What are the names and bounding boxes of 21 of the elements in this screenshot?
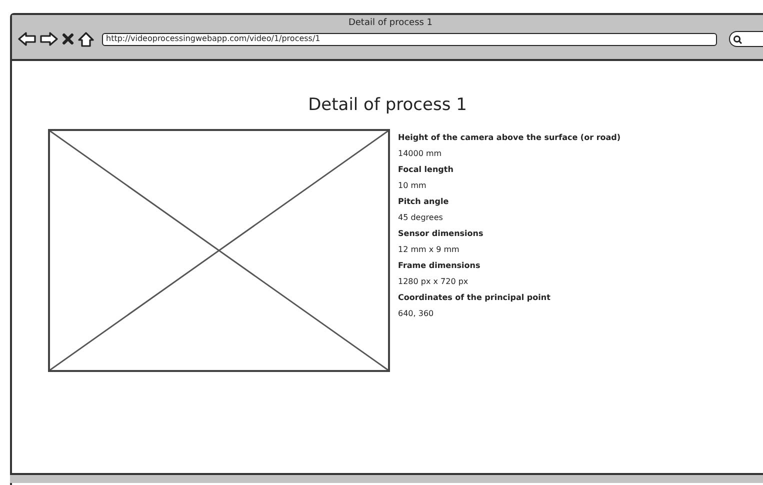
close-icon[interactable] bbox=[62, 33, 74, 45]
field-value: 1280 px x 720 px bbox=[398, 277, 470, 288]
field-value: 45 degrees bbox=[398, 213, 444, 224]
field-label: Pitch angle bbox=[398, 197, 450, 208]
window-title: Detail of process 1 bbox=[347, 17, 434, 29]
field-label: Focal length bbox=[398, 165, 454, 176]
field-label: Frame dimensions bbox=[398, 261, 482, 272]
search-field[interactable] bbox=[729, 31, 763, 47]
field-label: Coordinates of the principal point bbox=[398, 293, 552, 304]
field-value: 14000 mm bbox=[398, 149, 443, 160]
field-value: 10 mm bbox=[398, 181, 428, 192]
forward-icon[interactable] bbox=[40, 32, 58, 46]
home-icon[interactable] bbox=[78, 32, 94, 46]
address-field[interactable]: http://videoprocessingwebapp.com/video/1/process/1 bbox=[102, 32, 717, 46]
field-label: Sensor dimensions bbox=[398, 229, 484, 240]
back-icon[interactable] bbox=[18, 32, 36, 46]
field-value: 12 mm x 9 mm bbox=[398, 245, 460, 256]
page-heading: Detail of process 1 bbox=[307, 95, 468, 116]
field-label: Height of the camera above the surface (or road) bbox=[398, 133, 621, 144]
field-value: 640, 360 bbox=[398, 309, 435, 320]
search-icon bbox=[733, 34, 742, 44]
